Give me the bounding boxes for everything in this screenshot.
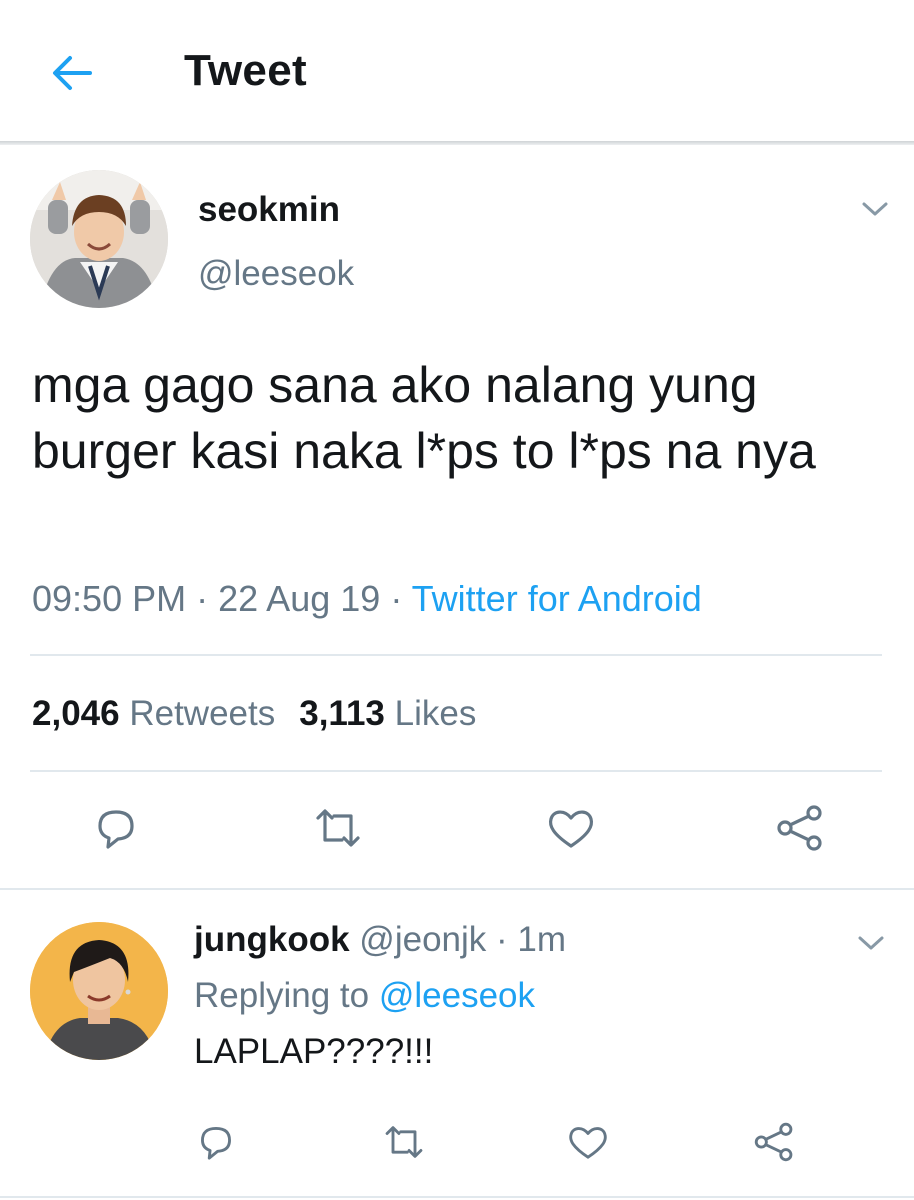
divider [0,888,914,890]
author-display-name[interactable]: seokmin [198,190,340,230]
reply-icon[interactable] [194,1120,238,1164]
retweets-stat[interactable]: 2,046 Retweets [32,694,275,733]
tweet-source-link[interactable]: Twitter for Android [412,578,702,619]
reply-header: jungkook @jeonjk · 1m [194,920,566,960]
share-icon[interactable] [774,802,826,854]
page-title: Tweet [184,46,307,95]
chevron-down-icon[interactable] [856,932,886,954]
reply-time: 1m [517,920,567,959]
reply-icon[interactable] [90,802,142,854]
tweet-text: mga gago sana ako nalang yung burger kas… [32,357,816,479]
tweet-date: 22 Aug 19 [218,578,381,619]
meta-separator: · [390,578,403,619]
avatar[interactable] [30,922,168,1060]
meta-separator: · [496,920,508,959]
avatar[interactable] [30,170,168,308]
author-handle[interactable]: @leeseok [198,254,354,294]
like-icon[interactable] [545,802,597,854]
reply-display-name[interactable]: jungkook [194,920,350,959]
top-bar [0,0,914,143]
tweet-stats: 2,046 Retweets 3,113 Likes [32,694,476,734]
reply-handle[interactable]: @jeonjk [359,920,486,959]
tweet-time: 09:50 PM [32,578,187,619]
likes-label: Likes [394,694,477,733]
likes-count: 3,113 [299,694,385,733]
replying-mention-link[interactable]: @leeseok [379,976,535,1015]
like-icon[interactable] [566,1120,610,1164]
divider [30,654,882,656]
replying-prefix: Replying to [194,976,370,1015]
retweet-icon[interactable] [382,1120,426,1164]
likes-stat[interactable]: 3,113 Likes [299,694,476,733]
divider [0,1196,914,1198]
tweet-meta: 09:50 PM · 22 Aug 19 · Twitter for Andro… [32,578,702,620]
share-icon[interactable] [752,1120,796,1164]
retweets-count: 2,046 [32,694,120,733]
reply-text: LAPLAP????!!! [194,1032,434,1071]
meta-separator: · [196,578,209,619]
divider [30,770,882,772]
header-divider [0,141,914,145]
arrow-left-icon[interactable] [50,53,94,93]
retweets-label: Retweets [129,694,276,733]
chevron-down-icon[interactable] [860,198,890,220]
retweet-icon[interactable] [312,802,364,854]
replying-to-line: Replying to @leeseok [194,976,535,1016]
